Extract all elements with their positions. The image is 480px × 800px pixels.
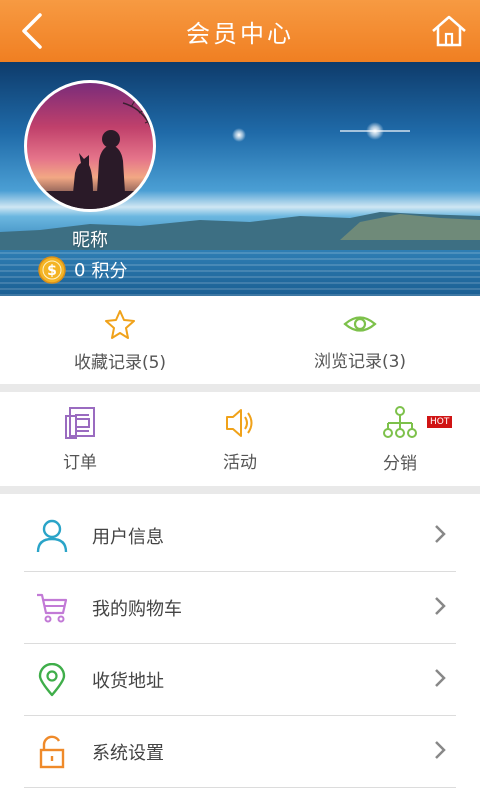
top-bar: 会员中心 (0, 0, 480, 62)
chevron-right-icon (435, 525, 446, 543)
menu-item-settings[interactable]: 系统设置 (24, 716, 456, 788)
menu-item-user-info[interactable]: 用户信息 (24, 500, 456, 572)
home-button[interactable] (426, 8, 472, 54)
menu-item-address[interactable]: 收货地址 (24, 644, 456, 716)
points-display: $ 0 积分 (38, 256, 127, 284)
menu-item-label: 用户信息 (92, 526, 164, 548)
menu-list: 用户信息 我的购物车 收货地址 系统设置 (0, 494, 480, 800)
coin-icon: $ (38, 256, 66, 284)
nickname: 昵称 (72, 230, 108, 251)
records-section: 收藏记录(5) 浏览记录(3) (0, 296, 480, 384)
favorites-label: 收藏记录(5) (73, 352, 167, 373)
eye-icon (343, 315, 377, 332)
svg-text:$: $ (47, 263, 57, 279)
network-icon (383, 405, 417, 438)
home-icon (432, 15, 466, 47)
orders-feature[interactable]: 订单 (0, 392, 160, 486)
favorites-record[interactable]: 收藏记录(5) (0, 296, 240, 384)
cart-icon (37, 593, 68, 622)
page-title: 会员中心 (186, 19, 294, 48)
history-label: 浏览记录(3) (313, 351, 407, 372)
user-icon (36, 519, 68, 552)
hot-badge: HOT (427, 416, 453, 428)
back-arrow-icon (22, 13, 42, 49)
distribution-feature[interactable]: HOT 分销 (320, 392, 480, 486)
star-icon (105, 309, 135, 339)
chevron-right-icon (435, 741, 446, 759)
feature-section: 订单 活动 HOT 分销 (0, 392, 480, 486)
history-record[interactable]: 浏览记录(3) (240, 296, 480, 384)
speaker-icon (226, 408, 253, 437)
menu-item-cart[interactable]: 我的购物车 (24, 572, 456, 644)
avatar[interactable] (24, 80, 156, 212)
activities-feature[interactable]: 活动 (160, 392, 320, 486)
activities-label: 活动 (223, 452, 257, 473)
order-icon (65, 406, 95, 439)
location-pin-icon (38, 662, 66, 696)
menu-item-label: 系统设置 (92, 742, 164, 764)
sky-light (366, 122, 384, 140)
points-unit: 积分 (91, 261, 128, 282)
orders-label: 订单 (63, 452, 97, 473)
menu-item-label: 收货地址 (92, 670, 164, 692)
back-button[interactable] (10, 8, 54, 54)
menu-item-label: 我的购物车 (92, 598, 182, 620)
unlock-icon (39, 735, 65, 768)
points-value: 0 (74, 259, 86, 281)
distribution-label: 分销 (383, 453, 417, 474)
sky-light (232, 128, 246, 142)
avatar-image (27, 96, 153, 209)
chevron-right-icon (435, 597, 446, 615)
profile-banner: 昵称 $ 0 积分 (0, 62, 480, 296)
chevron-right-icon (435, 669, 446, 687)
